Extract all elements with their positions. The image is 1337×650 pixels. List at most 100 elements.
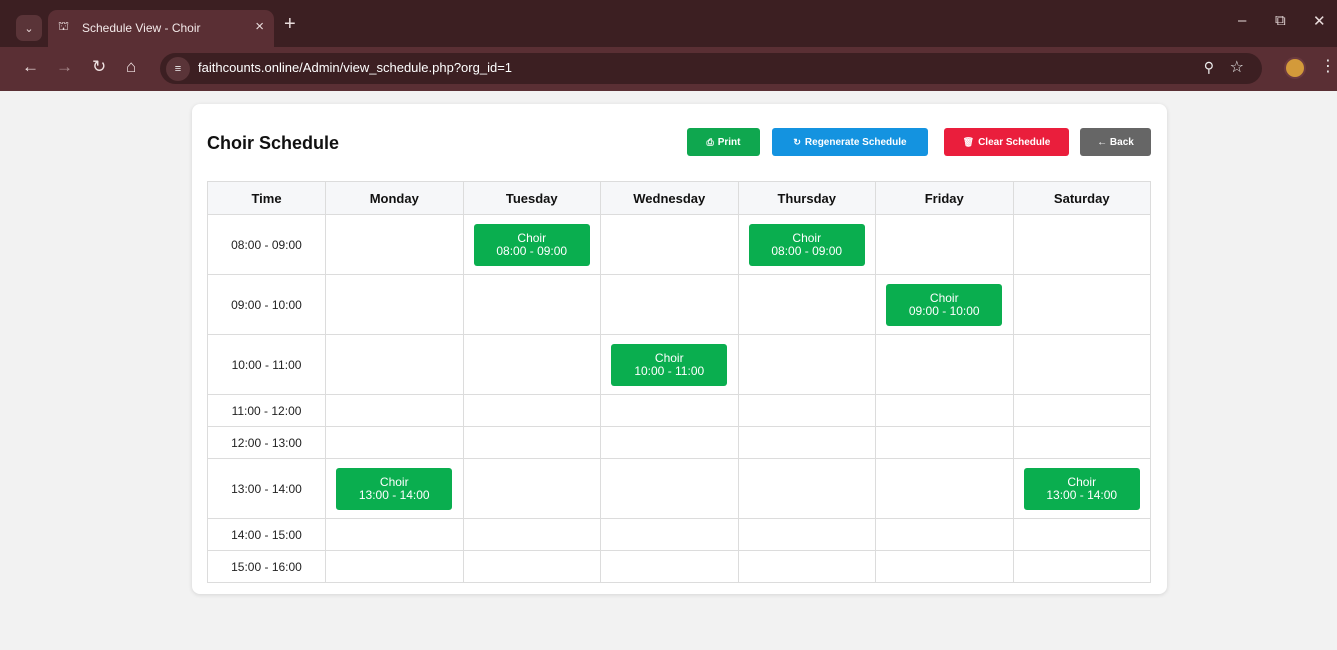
schedule-event[interactable]: Choir 09:00 - 10:00 [886, 283, 1003, 326]
time-slot-cell: 10:00 - 11:00 [207, 334, 326, 395]
address-bar[interactable]: ≡ faithcounts.online/Admin/view_schedule… [160, 53, 1262, 84]
tab-search-chevron-icon[interactable]: ⌄ [16, 15, 42, 41]
day-cell [737, 274, 876, 335]
time-slot-cell: 09:00 - 10:00 [207, 274, 326, 335]
day-cell [462, 426, 601, 459]
day-cell [325, 550, 464, 583]
browser-tab-bar: ⌄ ⛫ Schedule View - Choir × + – ⧉ ✕ [0, 0, 1337, 47]
time-slot-cell: 13:00 - 14:00 [207, 458, 326, 519]
close-window-icon[interactable]: ✕ [1313, 12, 1326, 30]
event-time: 08:00 - 09:00 [496, 243, 568, 258]
day-cell [1012, 274, 1151, 335]
day-cell: Choir 13:00 - 14:00 [325, 458, 464, 519]
time-slot-cell: 12:00 - 13:00 [207, 426, 326, 459]
day-cell: Choir 09:00 - 10:00 [875, 274, 1014, 335]
day-cell [1012, 426, 1151, 459]
header-wednesday: Wednesday [600, 181, 739, 215]
reload-icon[interactable]: ↻ [92, 57, 106, 77]
schedule-event[interactable]: Choir 13:00 - 14:00 [336, 467, 453, 510]
day-cell [1012, 334, 1151, 395]
day-cell [325, 426, 464, 459]
day-cell [1012, 394, 1151, 427]
time-slot-cell: 08:00 - 09:00 [207, 214, 326, 275]
day-cell [875, 550, 1014, 583]
day-cell [1012, 518, 1151, 551]
day-cell [600, 550, 739, 583]
schedule-event[interactable]: Choir 08:00 - 09:00 [748, 223, 865, 266]
header-thursday: Thursday [737, 181, 876, 215]
tab-title: Schedule View - Choir [82, 21, 201, 35]
table-row: 10:00 - 11:00 Choir 10:00 - 11:00 [207, 334, 1151, 395]
header-monday: Monday [325, 181, 464, 215]
day-cell [875, 458, 1014, 519]
day-cell [325, 274, 464, 335]
restore-icon[interactable]: ⧉ [1275, 12, 1286, 29]
day-cell: Choir 10:00 - 11:00 [600, 334, 739, 395]
day-cell [462, 458, 601, 519]
print-button[interactable]: ⎙ Print [687, 128, 760, 156]
time-slot-cell: 11:00 - 12:00 [207, 394, 326, 427]
table-row: 11:00 - 12:00 [207, 394, 1151, 427]
event-name: Choir [929, 290, 959, 305]
event-name: Choir [517, 230, 547, 245]
day-cell [737, 518, 876, 551]
day-cell [325, 394, 464, 427]
back-arrow-icon[interactable]: ← [22, 57, 39, 77]
minimize-icon[interactable]: – [1238, 12, 1246, 29]
header-row: Time Monday Tuesday Wednesday Thursday F… [207, 181, 1151, 215]
day-cell [875, 214, 1014, 275]
table-row: 13:00 - 14:00 Choir 13:00 - 14:00 Choir 13:0… [207, 458, 1151, 519]
site-info-icon[interactable]: ≡ [166, 57, 190, 81]
browser-tab[interactable]: ⛫ Schedule View - Choir × [48, 10, 274, 47]
day-cell [600, 274, 739, 335]
browser-menu-icon[interactable]: ⋮ [1320, 56, 1336, 76]
day-cell [875, 334, 1014, 395]
browser-toolbar: ← → ↻ ⌂ ≡ faithcounts.online/Admin/view_… [0, 47, 1337, 91]
home-icon[interactable]: ⌂ [126, 57, 136, 77]
day-cell [462, 394, 601, 427]
day-cell [1012, 550, 1151, 583]
schedule-table: Time Monday Tuesday Wednesday Thursday F… [207, 181, 1151, 583]
url-text[interactable]: faithcounts.online/Admin/view_schedule.p… [198, 60, 512, 75]
zoom-icon[interactable]: ⚲ [1204, 59, 1214, 76]
close-tab-icon[interactable]: × [255, 18, 264, 35]
forward-arrow-icon[interactable]: → [56, 57, 73, 77]
day-cell [600, 394, 739, 427]
table-row: 08:00 - 09:00 Choir 08:00 - 09:00 Choir 08:0… [207, 214, 1151, 275]
event-time: 13:00 - 14:00 [1046, 487, 1118, 502]
day-cell [462, 518, 601, 551]
schedule-event[interactable]: Choir 13:00 - 14:00 [1023, 467, 1140, 510]
clear-schedule-button[interactable]: 🗑 Clear Schedule [944, 128, 1069, 156]
schedule-event[interactable]: Choir 08:00 - 09:00 [473, 223, 590, 266]
header-friday: Friday [875, 181, 1014, 215]
day-cell [875, 518, 1014, 551]
event-name: Choir [654, 350, 684, 365]
day-cell [600, 518, 739, 551]
day-cell: Choir 08:00 - 09:00 [737, 214, 876, 275]
time-slot-cell: 14:00 - 15:00 [207, 518, 326, 551]
schedule-event[interactable]: Choir 10:00 - 11:00 [611, 343, 728, 386]
day-cell [462, 334, 601, 395]
day-cell [875, 426, 1014, 459]
day-cell [737, 458, 876, 519]
table-row: 15:00 - 16:00 [207, 550, 1151, 583]
back-button[interactable]: ← Back [1080, 128, 1151, 156]
day-cell [737, 394, 876, 427]
day-cell [737, 334, 876, 395]
new-tab-icon[interactable]: + [284, 13, 296, 36]
profile-avatar[interactable] [1284, 57, 1306, 79]
event-name: Choir [792, 230, 822, 245]
day-cell [600, 426, 739, 459]
day-cell [600, 214, 739, 275]
event-time: 09:00 - 10:00 [908, 303, 980, 318]
day-cell [875, 394, 1014, 427]
day-cell: Choir 08:00 - 09:00 [462, 214, 601, 275]
bookmark-star-icon[interactable]: ☆ [1230, 57, 1244, 77]
day-cell [325, 518, 464, 551]
header-tuesday: Tuesday [462, 181, 601, 215]
event-name: Choir [1067, 474, 1097, 489]
regenerate-schedule-button[interactable]: ↻ Regenerate Schedule [772, 128, 928, 156]
header-saturday: Saturday [1012, 181, 1151, 215]
printer-icon: ⎙ [706, 136, 714, 147]
time-slot-cell: 15:00 - 16:00 [207, 550, 326, 583]
